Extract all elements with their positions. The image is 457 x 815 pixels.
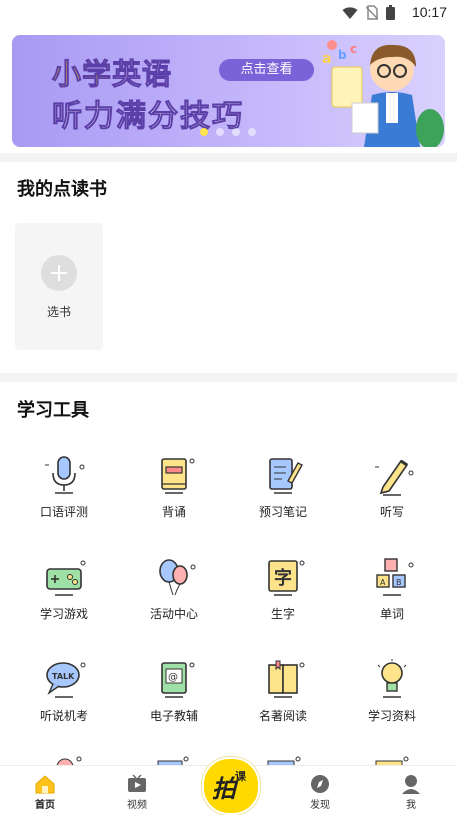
profile-icon <box>402 775 420 794</box>
banner-dot[interactable] <box>248 128 256 136</box>
banner-title-part1: 小学 <box>51 57 113 92</box>
tool-dictation[interactable]: 听写 <box>335 453 449 520</box>
capture-label-sub: 课 <box>235 770 246 783</box>
capture-label-main: 拍 <box>212 775 236 803</box>
tab-home[interactable]: 首页 <box>15 766 75 811</box>
letter-blocks-icon: A B <box>376 558 414 596</box>
capture-lesson-button[interactable]: 拍 课 <box>202 757 260 815</box>
tool-oral-exam[interactable]: TALK 听说机考 <box>7 657 121 724</box>
tab-label: 发现 <box>310 800 330 811</box>
balloons-icon <box>159 559 196 596</box>
character-card-icon: 字 <box>268 560 305 596</box>
tool-label: 名著阅读 <box>258 709 307 723</box>
svg-text:b: b <box>338 48 347 62</box>
section-divider <box>0 373 457 382</box>
video-icon <box>128 774 146 792</box>
banner-title-part2: 英语 <box>112 57 173 92</box>
teacher-illustration-icon: a b c <box>322 40 444 147</box>
tool-new-characters[interactable]: 字 生字 <box>226 555 340 622</box>
pencil-icon <box>375 459 414 496</box>
tool-label: 口语评测 <box>39 505 88 519</box>
add-book-label: 选书 <box>46 305 71 319</box>
tool-label: 听说机考 <box>39 709 88 723</box>
tool-study-materials[interactable]: 学习资料 <box>335 657 449 724</box>
banner-pagination[interactable] <box>200 128 256 136</box>
status-time: 10:17 <box>411 4 447 20</box>
gamepad-icon <box>46 560 86 596</box>
svg-text:B: B <box>396 578 402 587</box>
tool-label: 单词 <box>379 607 404 621</box>
tab-me[interactable]: 我 <box>381 766 441 811</box>
svg-text:c: c <box>350 42 357 56</box>
status-icons <box>342 5 395 20</box>
banner-dot[interactable] <box>232 128 240 136</box>
tool-learning-games[interactable]: 学习游戏 <box>7 555 121 622</box>
section-divider <box>0 153 457 162</box>
tool-label: 电子教辅 <box>149 709 198 723</box>
open-book-icon <box>268 660 305 698</box>
tab-label: 首页 <box>35 800 55 811</box>
banner-dot[interactable] <box>200 128 208 136</box>
no-sim-icon <box>366 5 378 20</box>
tab-discover[interactable]: 发现 <box>290 766 350 811</box>
tool-label: 预习笔记 <box>258 505 307 519</box>
tool-label: 学习游戏 <box>39 607 88 621</box>
tool-label: 活动中心 <box>149 607 198 621</box>
svg-text:A: A <box>380 578 386 587</box>
tab-video[interactable]: 视频 <box>107 766 167 811</box>
tool-label: 背诵 <box>161 505 186 519</box>
wifi-icon <box>342 6 358 19</box>
tool-e-tutoring[interactable]: @ 电子教辅 <box>117 657 231 724</box>
book-icon <box>161 458 195 494</box>
my-books-title: 我的点读书 <box>17 179 107 200</box>
notebook-pen-icon <box>269 458 303 494</box>
add-icon <box>41 255 77 291</box>
banner-title: 小学英语 <box>51 51 173 93</box>
promo-banner[interactable]: 小学英语 点击查看 听力满分技巧 a b c <box>12 35 445 147</box>
tool-recite[interactable]: 背诵 <box>117 453 231 520</box>
lightbulb-icon <box>377 659 407 698</box>
svg-text:字: 字 <box>274 567 292 589</box>
svg-text:TALK: TALK <box>52 672 75 681</box>
add-book-card[interactable]: 选书 <box>15 223 103 350</box>
tab-label: 我 <box>406 800 416 811</box>
home-icon <box>35 775 55 794</box>
e-book-icon: @ <box>161 662 195 698</box>
tools-title: 学习工具 <box>17 400 89 421</box>
status-bar: 10:17 <box>0 0 457 26</box>
tool-classics-reading[interactable]: 名著阅读 <box>226 657 340 724</box>
battery-icon <box>386 5 395 20</box>
banner-view-button[interactable]: 点击查看 <box>219 59 314 81</box>
tool-label: 学习资料 <box>367 709 416 723</box>
talk-bubble-icon: TALK <box>46 662 86 698</box>
tool-label: 生字 <box>270 607 295 621</box>
svg-text:a: a <box>322 51 331 67</box>
tool-label: 听写 <box>379 505 404 519</box>
banner-dot[interactable] <box>216 128 224 136</box>
tool-words[interactable]: A B 单词 <box>335 555 449 622</box>
compass-icon <box>311 775 329 793</box>
svg-text:@: @ <box>168 672 178 683</box>
tool-speaking-test[interactable]: 口语评测 <box>7 453 121 520</box>
microphone-icon <box>45 456 85 494</box>
tool-activity-center[interactable]: 活动中心 <box>117 555 231 622</box>
tool-preview-notes[interactable]: 预习笔记 <box>226 453 340 520</box>
tab-label: 视频 <box>127 800 147 811</box>
